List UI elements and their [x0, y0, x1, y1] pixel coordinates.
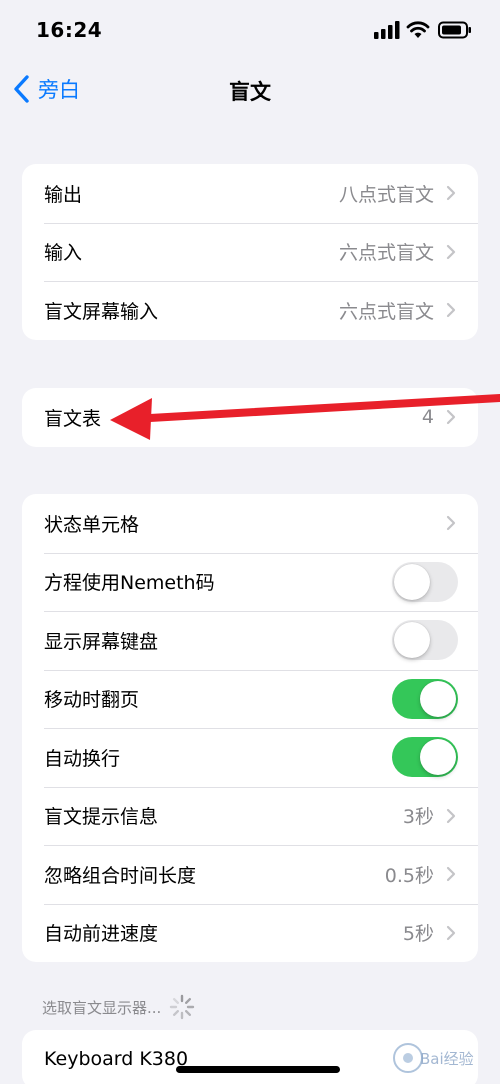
section-header-label: 选取盲文显示器... [42, 998, 162, 1017]
row-label: 输出 [44, 183, 83, 206]
battery-icon [438, 21, 471, 39]
row-auto-advance-speed[interactable]: 自动前进速度 5秒 [22, 903, 478, 963]
chevron-right-icon [446, 410, 456, 425]
row-label: 方程使用Nemeth码 [44, 572, 215, 595]
status-bar: 16:24 [0, 0, 500, 60]
loading-spinner-icon [170, 994, 195, 1020]
row-label: 移动时翻页 [44, 689, 140, 712]
status-icons [374, 20, 474, 40]
row-label: 盲文屏幕输入 [44, 300, 159, 323]
braille-io-group: 输出 八点式盲文 输入 六点式盲文 盲文屏幕输入 六点式盲文 [22, 164, 478, 340]
home-indicator[interactable] [176, 1066, 340, 1073]
turn-pages-toggle[interactable] [392, 678, 458, 719]
row-value: 3秒 [402, 806, 434, 829]
braille-options-group: 状态单元格 方程使用Nemeth码 显示屏幕键盘 移动时翻页 自动换行 盲文提示… [22, 494, 478, 962]
row-value: 4 [421, 406, 434, 429]
choose-braille-display-header: 选取盲文显示器... [42, 994, 195, 1020]
row-label: 盲文表 [44, 407, 102, 430]
chevron-right-icon [446, 867, 456, 882]
row-input[interactable]: 输入 六点式盲文 [22, 222, 478, 282]
toggle-knob [420, 739, 456, 776]
row-label: 盲文提示信息 [44, 806, 159, 829]
word-wrap-toggle[interactable] [392, 737, 458, 778]
toggle-knob [394, 563, 430, 600]
row-braille-screen-input[interactable]: 盲文屏幕输入 六点式盲文 [22, 281, 478, 340]
row-braille-alert-messages[interactable]: 盲文提示信息 3秒 [22, 786, 478, 846]
row-label: 状态单元格 [44, 513, 140, 536]
chevron-right-icon [446, 244, 456, 259]
nemeth-toggle[interactable] [392, 561, 458, 602]
row-value: 0.5秒 [384, 864, 434, 887]
signal-icon [374, 21, 400, 39]
row-nemeth-equations: 方程使用Nemeth码 [22, 552, 478, 612]
row-word-wrap: 自动换行 [22, 728, 478, 787]
toggle-knob [394, 622, 430, 659]
navigation-bar: 旁白 盲文 [0, 62, 500, 116]
row-turn-pages-when-panning: 移动时翻页 [22, 669, 478, 729]
row-label: 显示屏幕键盘 [44, 630, 159, 653]
row-ignore-chord-duration[interactable]: 忽略组合时间长度 0.5秒 [22, 845, 478, 904]
row-label: 自动换行 [44, 747, 121, 770]
page-title: 盲文 [229, 80, 271, 104]
row-value: 八点式盲文 [338, 183, 434, 206]
watermark-text: Bai经验 [420, 1050, 474, 1068]
row-label: 忽略组合时间长度 [44, 864, 197, 887]
row-output[interactable]: 输出 八点式盲文 [22, 164, 478, 223]
chevron-right-icon [446, 925, 456, 940]
row-value: 5秒 [402, 923, 434, 946]
row-value: 六点式盲文 [338, 300, 434, 323]
onscreen-keyboard-toggle[interactable] [392, 620, 458, 661]
row-status-cells[interactable]: 状态单元格 [22, 494, 478, 553]
row-braille-tables[interactable]: 盲文表 4 [22, 388, 478, 447]
wifi-icon [406, 21, 430, 38]
row-show-onscreen-keyboard: 显示屏幕键盘 [22, 611, 478, 670]
braille-tables-group: 盲文表 4 [22, 388, 478, 447]
status-time: 16:24 [36, 18, 103, 42]
chevron-right-icon [446, 808, 456, 823]
chevron-right-icon [446, 186, 456, 201]
toggle-knob [420, 680, 456, 717]
chevron-right-icon [446, 516, 456, 531]
baidu-jingyan-watermark: Bai经验 [390, 1040, 486, 1076]
row-value: 六点式盲文 [338, 242, 434, 265]
row-label: 输入 [44, 242, 83, 265]
row-label: 自动前进速度 [44, 923, 159, 946]
chevron-right-icon [446, 303, 456, 318]
